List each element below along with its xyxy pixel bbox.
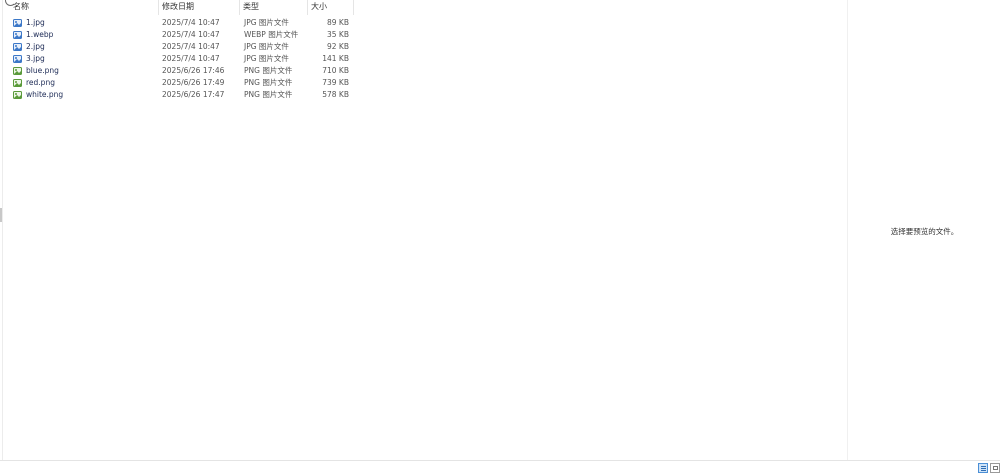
preview-pane: 选择要预览的文件。 bbox=[847, 0, 1000, 460]
file-type: PNG 图片文件 bbox=[244, 78, 293, 87]
file-list-pane[interactable]: 名称 ^ 修改日期 类型 大小 1.jpg 2025/7/4 10:47 JPG… bbox=[0, 0, 847, 460]
file-type: JPG 图片文件 bbox=[244, 54, 289, 63]
sort-ascending-icon: ^ bbox=[81, 0, 88, 5]
file-date: 2025/6/26 17:46 bbox=[162, 66, 225, 75]
file-date: 2025/6/26 17:47 bbox=[162, 90, 225, 99]
file-row[interactable]: 2.jpg 2025/7/4 10:47 JPG 图片文件 92 KB bbox=[0, 41, 360, 53]
column-header-date-label: 修改日期 bbox=[162, 2, 194, 11]
file-list: 1.jpg 2025/7/4 10:47 JPG 图片文件 89 KB 1.we… bbox=[0, 17, 360, 101]
file-row[interactable]: 1.jpg 2025/7/4 10:47 JPG 图片文件 89 KB bbox=[0, 17, 360, 29]
file-name: 1.webp bbox=[26, 30, 54, 39]
file-row[interactable]: white.png 2025/6/26 17:47 PNG 图片文件 578 K… bbox=[0, 89, 360, 101]
file-type: JPG 图片文件 bbox=[244, 18, 289, 27]
file-size: 578 KB bbox=[322, 90, 349, 99]
file-size: 739 KB bbox=[322, 78, 349, 87]
file-row[interactable]: red.png 2025/6/26 17:49 PNG 图片文件 739 KB bbox=[0, 77, 360, 89]
file-date: 2025/7/4 10:47 bbox=[162, 18, 220, 27]
column-header-type-label: 类型 bbox=[243, 2, 259, 11]
column-header-size[interactable]: 大小 bbox=[308, 0, 353, 15]
jpg-file-icon bbox=[13, 55, 22, 63]
file-size: 141 KB bbox=[322, 54, 349, 63]
column-divider[interactable] bbox=[353, 0, 354, 15]
png-file-icon bbox=[13, 79, 22, 87]
file-explorer-window: 名称 ^ 修改日期 类型 大小 1.jpg 2025/7/4 10:47 JPG… bbox=[0, 0, 1000, 476]
file-size: 92 KB bbox=[327, 42, 349, 51]
file-date: 2025/7/4 10:47 bbox=[162, 54, 220, 63]
file-date: 2025/6/26 17:49 bbox=[162, 78, 225, 87]
webp-file-icon bbox=[13, 31, 22, 39]
file-size: 35 KB bbox=[327, 30, 349, 39]
jpg-file-icon bbox=[13, 19, 22, 27]
pane-resize-handle[interactable] bbox=[0, 208, 2, 222]
details-view-icon bbox=[981, 470, 986, 471]
column-header-size-label: 大小 bbox=[311, 2, 327, 11]
file-row[interactable]: 3.jpg 2025/7/4 10:47 JPG 图片文件 141 KB bbox=[0, 53, 360, 65]
file-name: 3.jpg bbox=[26, 54, 45, 63]
preview-empty-message: 选择要预览的文件。 bbox=[890, 227, 959, 236]
file-row[interactable]: 1.webp 2025/7/4 10:47 WEBP 图片文件 35 KB bbox=[0, 29, 360, 41]
details-view-button[interactable] bbox=[978, 463, 988, 473]
file-size: 89 KB bbox=[327, 18, 349, 27]
column-header-date[interactable]: 修改日期 bbox=[159, 0, 239, 15]
file-date: 2025/7/4 10:47 bbox=[162, 42, 220, 51]
column-header-name-label: 名称 bbox=[13, 2, 29, 11]
details-view-icon bbox=[981, 466, 986, 467]
column-header-type[interactable]: 类型 bbox=[240, 0, 307, 15]
column-header-row: 名称 ^ 修改日期 类型 大小 bbox=[0, 0, 360, 15]
png-file-icon bbox=[13, 91, 22, 99]
file-name: white.png bbox=[26, 90, 64, 99]
png-file-icon bbox=[13, 67, 22, 75]
file-row[interactable]: blue.png 2025/6/26 17:46 PNG 图片文件 710 KB bbox=[0, 65, 360, 77]
file-name: red.png bbox=[26, 78, 55, 87]
status-bar bbox=[0, 460, 1000, 476]
file-type: WEBP 图片文件 bbox=[244, 30, 299, 39]
file-type: PNG 图片文件 bbox=[244, 90, 293, 99]
file-name: blue.png bbox=[26, 66, 59, 75]
details-view-icon bbox=[981, 468, 986, 469]
large-icons-view-icon bbox=[993, 466, 998, 470]
jpg-file-icon bbox=[13, 43, 22, 51]
file-name: 1.jpg bbox=[26, 18, 45, 27]
large-icons-view-button[interactable] bbox=[990, 463, 1000, 473]
file-size: 710 KB bbox=[322, 66, 349, 75]
file-date: 2025/7/4 10:47 bbox=[162, 30, 220, 39]
file-type: JPG 图片文件 bbox=[244, 42, 289, 51]
file-type: PNG 图片文件 bbox=[244, 66, 293, 75]
file-name: 2.jpg bbox=[26, 42, 45, 51]
